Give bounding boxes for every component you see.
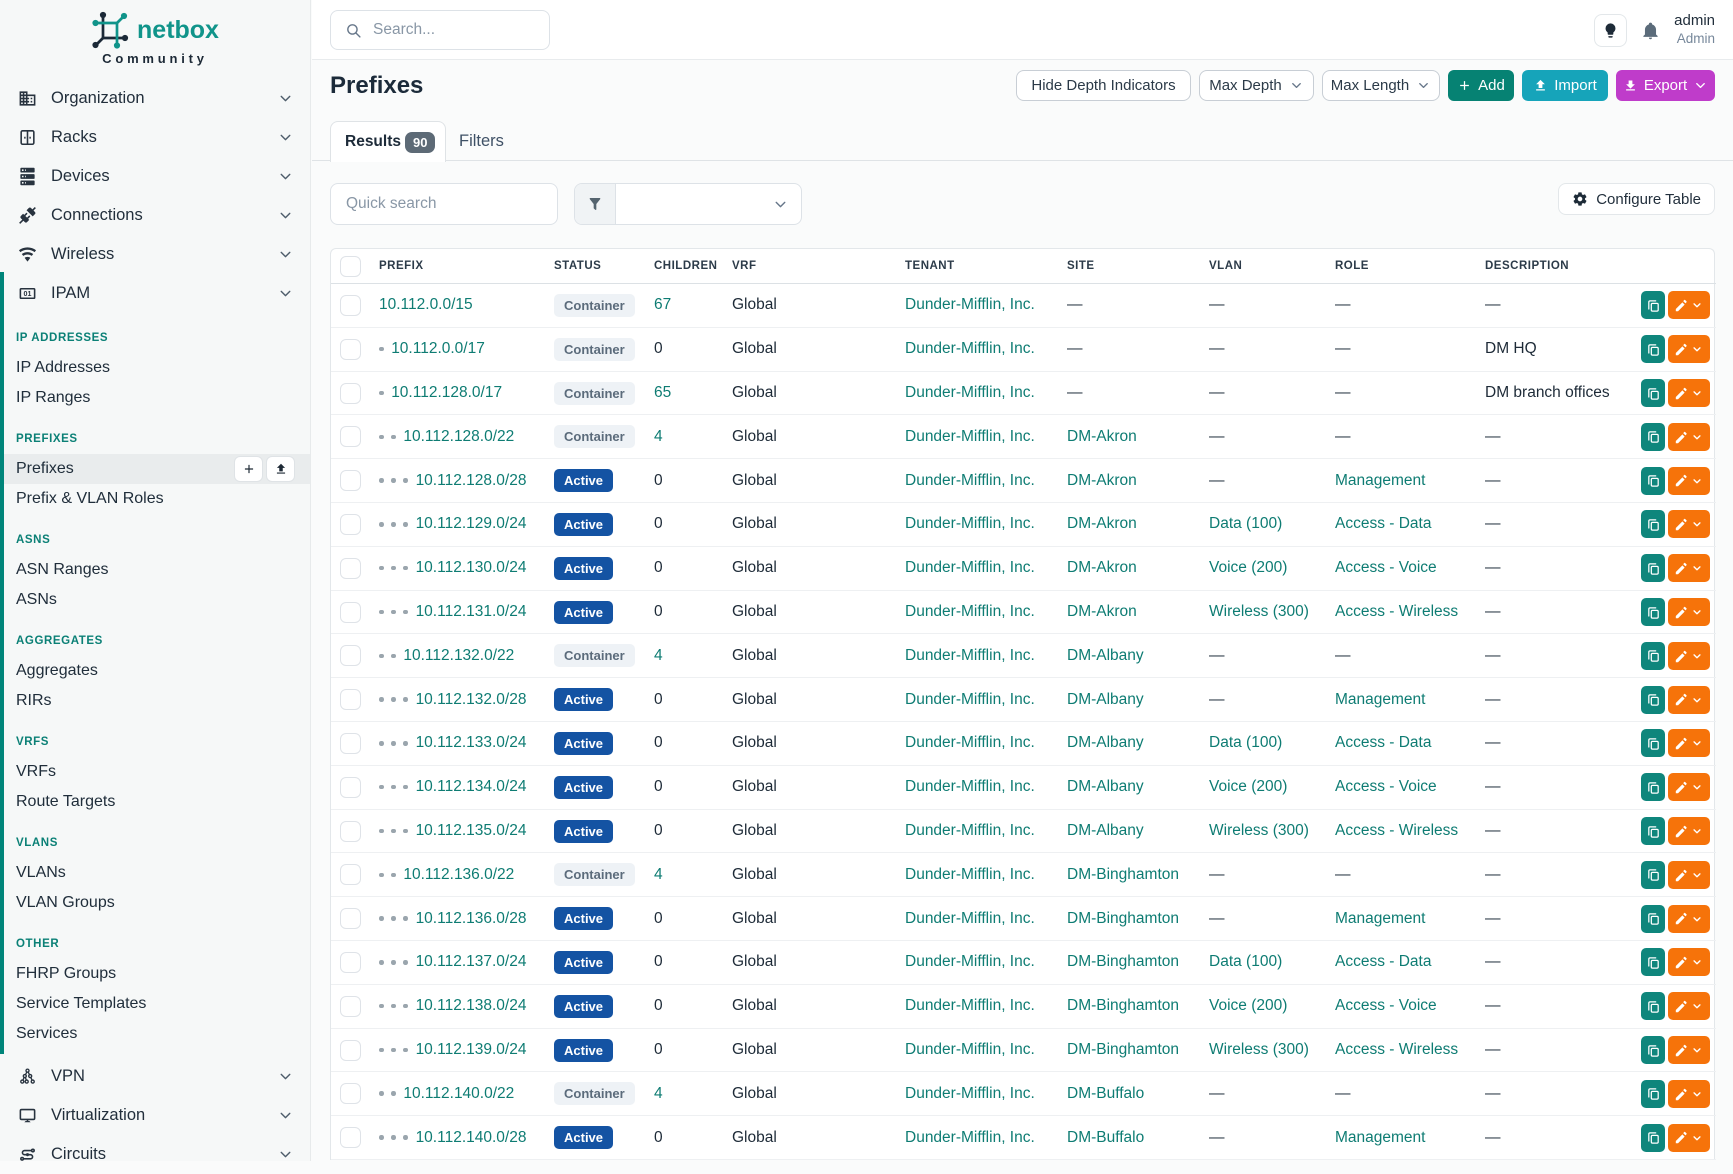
svg-text:01: 01 (24, 290, 32, 298)
